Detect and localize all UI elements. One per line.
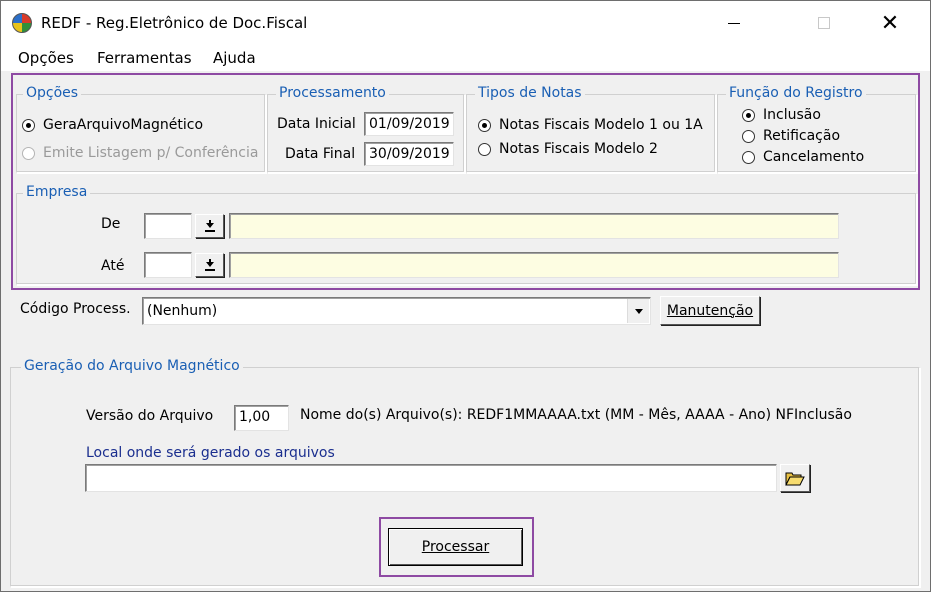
- empresa-de-lookup-button[interactable]: [195, 214, 224, 238]
- data-inicial-label: Data Inicial: [277, 116, 356, 132]
- radio-cancelamento[interactable]: Cancelamento: [742, 149, 864, 165]
- radio-modelo-1[interactable]: Notas Fiscais Modelo 1 ou 1A: [478, 117, 703, 133]
- local-input[interactable]: [85, 464, 777, 492]
- radio-modelo-1-label: Notas Fiscais Modelo 1 ou 1A: [499, 117, 703, 133]
- chevron-down-icon: [634, 308, 643, 314]
- local-label: Local onde será gerado os arquivos: [86, 445, 335, 461]
- browse-folder-button[interactable]: [780, 464, 810, 492]
- radio-icon: [742, 150, 755, 164]
- radio-icon: [742, 108, 755, 122]
- codigo-process-value: (Nenhum): [147, 303, 218, 319]
- radio-icon: [742, 129, 755, 143]
- funcao-registro-legend: Função do Registro: [726, 85, 866, 101]
- radio-icon: [478, 142, 491, 156]
- data-final-label: Data Final: [285, 146, 356, 162]
- radio-emite-listagem-label: Emite Listagem p/ Conferência: [43, 145, 259, 161]
- radio-gera-arquivo[interactable]: GeraArquivoMagnético: [22, 117, 203, 133]
- empresa-de-label: De: [101, 216, 121, 232]
- radio-modelo-2-label: Notas Fiscais Modelo 2: [499, 141, 658, 157]
- manutencao-button-label: Manutenção: [666, 302, 754, 319]
- empresa-ate-name-input[interactable]: [229, 252, 839, 278]
- close-button[interactable]: ✕: [867, 1, 913, 45]
- title-bar: REDF - Reg.Eletrônico de Doc.Fiscal ✕: [1, 1, 930, 45]
- radio-cancelamento-label: Cancelamento: [763, 149, 865, 165]
- versao-label: Versão do Arquivo: [86, 408, 214, 424]
- window-title: REDF - Reg.Eletrônico de Doc.Fiscal: [41, 14, 308, 32]
- empresa-ate-code-input[interactable]: [144, 252, 192, 278]
- data-inicial-input[interactable]: 01/09/2019: [364, 112, 454, 136]
- radio-emite-listagem: Emite Listagem p/ Conferência: [22, 145, 258, 161]
- nome-arquivo-text: Nome do(s) Arquivo(s): REDF1MMAAAA.txt (…: [300, 407, 852, 423]
- minimize-button[interactable]: [711, 1, 757, 45]
- versao-input[interactable]: 1,00: [234, 405, 289, 431]
- empresa-ate-lookup-button[interactable]: [195, 253, 224, 277]
- data-final-input[interactable]: 30/09/2019: [364, 142, 454, 166]
- empresa-ate-label: Até: [101, 258, 125, 274]
- radio-retificacao-label: Retificação: [763, 128, 841, 144]
- geracao-legend: Geração do Arquivo Magnético: [21, 358, 243, 374]
- tipos-notas-group: Tipos de Notas Notas Fiscais Modelo 1 ou…: [466, 85, 716, 173]
- processar-button-label: Processar: [421, 539, 490, 555]
- menu-opcoes[interactable]: Opções: [18, 49, 74, 67]
- processar-button[interactable]: Processar: [388, 528, 523, 566]
- menu-ajuda[interactable]: Ajuda: [213, 49, 256, 67]
- codigo-process-dropdown-button[interactable]: [627, 299, 649, 323]
- redf-window: REDF - Reg.Eletrônico de Doc.Fiscal ✕ Op…: [0, 0, 931, 592]
- radio-icon: [22, 118, 35, 132]
- opcoes-legend: Opções: [23, 85, 82, 101]
- maximize-button[interactable]: [801, 1, 847, 45]
- menu-bar: Opções Ferramentas Ajuda: [1, 45, 930, 71]
- folder-open-icon: [785, 472, 805, 486]
- radio-icon: [22, 146, 35, 160]
- empresa-group: Empresa De Até: [16, 184, 917, 285]
- maximize-icon: [818, 17, 830, 29]
- radio-gera-arquivo-label: GeraArquivoMagnético: [43, 117, 204, 133]
- minimize-icon: [728, 22, 740, 24]
- empresa-de-code-input[interactable]: [144, 213, 192, 239]
- manutencao-button[interactable]: Manutenção: [660, 296, 760, 325]
- empresa-de-name-input[interactable]: [229, 213, 839, 239]
- radio-inclusao[interactable]: Inclusão: [742, 107, 821, 123]
- tipos-notas-legend: Tipos de Notas: [475, 85, 585, 101]
- radio-retificacao[interactable]: Retificação: [742, 128, 840, 144]
- empresa-legend: Empresa: [23, 184, 91, 200]
- app-globe-icon: [12, 13, 32, 33]
- close-icon: ✕: [880, 10, 900, 36]
- codigo-process-label: Código Process.: [20, 301, 131, 317]
- radio-inclusao-label: Inclusão: [763, 107, 821, 123]
- opcoes-group: Opções GeraArquivoMagnético Emite Listag…: [16, 85, 266, 173]
- download-arrow-icon: [204, 219, 215, 232]
- processamento-group: Processamento Data Inicial 01/09/2019 Da…: [267, 85, 465, 173]
- radio-icon: [478, 118, 491, 132]
- radio-modelo-2[interactable]: Notas Fiscais Modelo 2: [478, 141, 658, 157]
- menu-ferramentas[interactable]: Ferramentas: [97, 49, 192, 67]
- processamento-legend: Processamento: [276, 85, 389, 101]
- funcao-registro-group: Função do Registro Inclusão Retificação …: [717, 85, 917, 173]
- download-arrow-icon: [204, 258, 215, 271]
- codigo-process-select[interactable]: (Nenhum): [142, 297, 651, 325]
